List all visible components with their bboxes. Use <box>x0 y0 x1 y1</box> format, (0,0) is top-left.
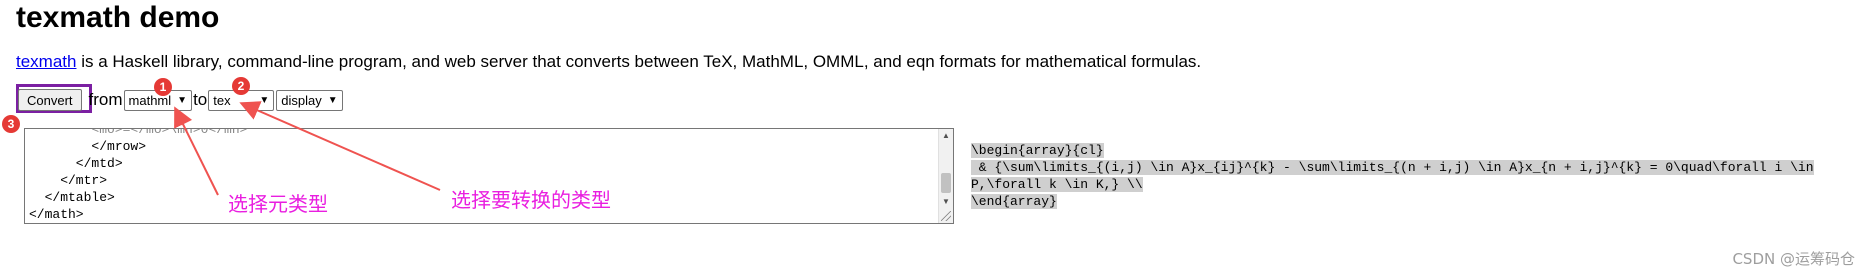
input-line: </mtr> <box>29 173 108 188</box>
input-line: </mtd> <box>29 156 123 171</box>
output-tex: \begin{array}{cl} & {\sum\limits_{(i,j) … <box>971 142 1851 210</box>
controls-row: Convert from mathml ▼ to tex ▼ display ▼ <box>18 88 343 112</box>
input-code: <mo>=</mo>\mn>0</mn> </mrow> </mtd> </mt… <box>25 128 248 223</box>
from-label: from <box>88 90 123 109</box>
textarea-scrollbar[interactable]: ▲ ▼ <box>938 129 953 223</box>
chevron-down-icon: ▼ <box>259 94 270 106</box>
scroll-thumb[interactable] <box>941 173 951 193</box>
annotation-label-source: 选择元类型 <box>228 192 328 216</box>
resize-grip-icon[interactable] <box>941 211 951 221</box>
intro-paragraph: texmath is a Haskell library, command-li… <box>16 52 1201 72</box>
watermark: CSDN @运筹码仓 <box>1732 250 1855 268</box>
display-mode-select[interactable]: display ▼ <box>276 89 343 111</box>
input-line: </mrow> <box>29 139 147 154</box>
annotation-badge-3: 3 <box>2 115 20 133</box>
to-label: to <box>193 90 208 109</box>
input-partial-line: <mo>=</mo>\mn>0</mn> <box>29 128 248 137</box>
annotation-badge-2: 2 <box>232 77 250 95</box>
texmath-link[interactable]: texmath <box>16 52 76 71</box>
display-mode-value: display <box>281 92 322 108</box>
input-line: </math> <box>29 207 84 222</box>
chevron-down-icon: ▼ <box>327 94 338 106</box>
to-format-value: tex <box>213 92 231 108</box>
annotation-label-target: 选择要转换的类型 <box>451 188 611 212</box>
intro-text: is a Haskell library, command-line progr… <box>76 52 1202 71</box>
output-line: \begin{array}{cl} <box>971 143 1104 158</box>
convert-button[interactable]: Convert <box>18 89 82 111</box>
annotation-badge-1: 1 <box>154 78 172 96</box>
page-title: texmath demo <box>16 1 220 34</box>
chevron-down-icon: ▼ <box>177 94 188 106</box>
scroll-up-icon[interactable]: ▲ <box>939 129 953 143</box>
input-line: </mtable> <box>29 190 115 205</box>
scroll-down-icon[interactable]: ▼ <box>939 195 953 209</box>
output-line: \end{array} <box>971 194 1057 209</box>
output-line: P,\forall k \in K,} \\ <box>971 177 1143 192</box>
output-line: & {\sum\limits_{(i,j) \in A}x_{ij}^{k} -… <box>971 160 1814 175</box>
